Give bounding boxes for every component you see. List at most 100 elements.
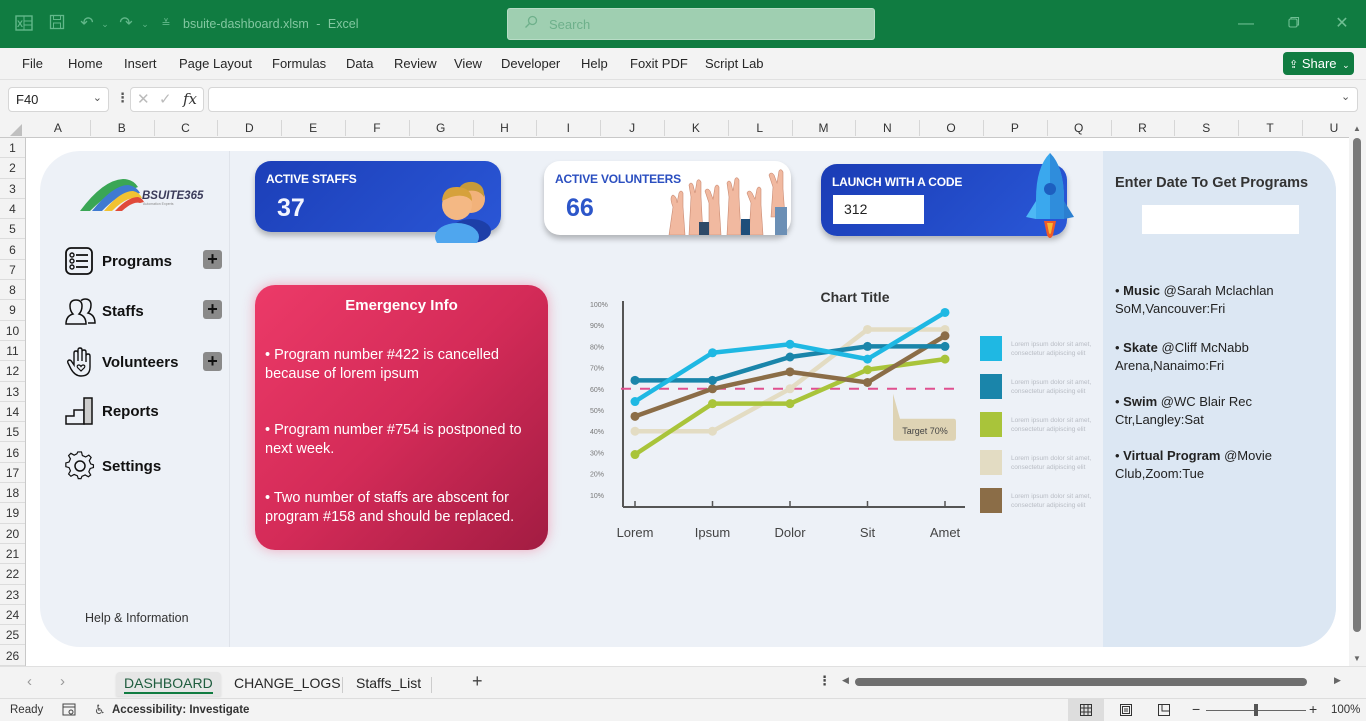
redo-dropdown-icon[interactable]: ⌄: [135, 14, 155, 34]
column-header[interactable]: O: [919, 121, 983, 135]
restore-button[interactable]: [1284, 14, 1304, 34]
column-header[interactable]: S: [1174, 121, 1238, 135]
zoom-out-button[interactable]: −: [1192, 701, 1200, 717]
column-header[interactable]: R: [1111, 121, 1175, 135]
tab-home[interactable]: Home: [68, 56, 103, 71]
sidebar-item-programs[interactable]: Programs: [64, 246, 172, 276]
row-header[interactable]: 9: [0, 300, 25, 321]
zoom-in-button[interactable]: +: [1309, 701, 1317, 717]
page-break-view-icon[interactable]: [1158, 704, 1170, 716]
sheet-tab-dashboard[interactable]: DASHBOARD: [116, 672, 221, 696]
search-box[interactable]: Search: [507, 8, 875, 40]
zoom-level[interactable]: 100%: [1331, 704, 1360, 716]
tab-data[interactable]: Data: [346, 56, 373, 71]
select-all-icon[interactable]: [10, 124, 22, 136]
sheet-tab-change-logs[interactable]: CHANGE_LOGS: [226, 672, 349, 696]
row-header[interactable]: 2: [0, 158, 25, 179]
sidebar-item-settings[interactable]: Settings: [64, 451, 161, 481]
row-header[interactable]: 26: [0, 646, 25, 666]
vertical-scrollbar[interactable]: ▲ ▼: [1349, 118, 1366, 666]
row-header[interactable]: 15: [0, 422, 25, 443]
share-button[interactable]: ⇪ Share ⌄: [1283, 52, 1354, 75]
row-header[interactable]: 23: [0, 585, 25, 605]
row-header[interactable]: 21: [0, 544, 25, 565]
column-header[interactable]: K: [664, 121, 728, 135]
save-icon[interactable]: [47, 14, 67, 34]
tab-help[interactable]: Help: [581, 56, 608, 71]
tab-developer[interactable]: Developer: [501, 56, 560, 71]
row-header[interactable]: 25: [0, 625, 25, 646]
launch-code-input[interactable]: 312: [833, 195, 924, 224]
tab-script-lab[interactable]: Script Lab: [705, 56, 764, 71]
formula-input[interactable]: [208, 87, 1358, 112]
expand-formula-bar-icon[interactable]: ⌄: [1341, 90, 1350, 103]
accessibility-status[interactable]: Accessibility: Investigate: [112, 704, 249, 716]
cancel-icon[interactable]: ✕: [137, 90, 150, 108]
row-header[interactable]: 14: [0, 402, 25, 423]
row-header[interactable]: 24: [0, 605, 25, 626]
undo-icon[interactable]: ↶: [77, 14, 97, 34]
tab-file[interactable]: File: [22, 56, 43, 71]
row-header[interactable]: 5: [0, 219, 25, 240]
page-layout-view-icon[interactable]: [1120, 704, 1132, 716]
minimize-button[interactable]: —: [1236, 14, 1256, 34]
column-header[interactable]: M: [792, 121, 856, 135]
row-header[interactable]: 19: [0, 503, 25, 524]
name-box[interactable]: F40 ⌄: [8, 87, 109, 112]
sidebar-item-staffs[interactable]: Staffs: [64, 296, 144, 326]
date-input[interactable]: [1142, 205, 1299, 234]
column-header[interactable]: Q: [1047, 121, 1111, 135]
column-header[interactable]: D: [217, 121, 281, 135]
row-header[interactable]: 3: [0, 179, 25, 199]
row-header[interactable]: 10: [0, 321, 25, 341]
column-header[interactable]: A: [26, 121, 90, 135]
add-staff-button[interactable]: +: [203, 300, 222, 319]
row-header[interactable]: 17: [0, 463, 25, 484]
column-header[interactable]: J: [600, 121, 664, 135]
sheet-tab-staffs-list[interactable]: Staffs_List: [348, 672, 429, 696]
column-header[interactable]: C: [154, 121, 218, 135]
chevron-down-icon[interactable]: ⌄: [93, 91, 102, 104]
tab-foxit-pdf[interactable]: Foxit PDF: [630, 56, 688, 71]
scroll-right-icon[interactable]: ▶: [1334, 675, 1341, 686]
row-header[interactable]: 1: [0, 138, 25, 159]
tab-review[interactable]: Review: [394, 56, 437, 71]
column-header[interactable]: L: [728, 121, 792, 135]
column-header[interactable]: H: [473, 121, 537, 135]
row-header[interactable]: 13: [0, 382, 25, 402]
column-header[interactable]: B: [90, 121, 154, 135]
macro-recording-icon[interactable]: [62, 703, 76, 717]
enter-icon[interactable]: ✓: [159, 90, 172, 108]
next-sheet-icon[interactable]: ›: [60, 673, 65, 690]
column-header[interactable]: F: [345, 121, 409, 135]
prev-sheet-icon[interactable]: ‹: [27, 673, 32, 690]
normal-view-button[interactable]: [1068, 699, 1104, 721]
row-header[interactable]: 6: [0, 240, 25, 260]
more-options-icon[interactable]: ⋮: [116, 90, 129, 106]
sidebar-item-reports[interactable]: Reports: [64, 396, 159, 426]
tab-split-handle[interactable]: ⋮: [818, 673, 831, 689]
row-header[interactable]: 16: [0, 443, 25, 463]
column-header[interactable]: N: [855, 121, 919, 135]
scroll-down-icon[interactable]: ▼: [1353, 654, 1361, 663]
row-header[interactable]: 20: [0, 524, 25, 544]
row-header[interactable]: 12: [0, 361, 25, 382]
row-header[interactable]: 8: [0, 280, 25, 301]
column-header[interactable]: E: [281, 121, 345, 135]
redo-icon[interactable]: ↷: [116, 14, 136, 34]
row-header[interactable]: 18: [0, 483, 25, 504]
add-program-button[interactable]: +: [203, 250, 222, 269]
zoom-slider-thumb[interactable]: [1254, 704, 1258, 716]
insert-function-button[interactable]: fx: [183, 90, 197, 108]
row-header[interactable]: 4: [0, 199, 25, 220]
add-sheet-button[interactable]: +: [472, 671, 483, 692]
column-header[interactable]: P: [983, 121, 1047, 135]
sidebar-item-volunteers[interactable]: Volunteers: [64, 347, 178, 377]
close-button[interactable]: ✕: [1332, 14, 1352, 34]
tab-insert[interactable]: Insert: [124, 56, 157, 71]
row-header[interactable]: 11: [0, 341, 25, 362]
tab-page-layout[interactable]: Page Layout: [179, 56, 252, 71]
vertical-scroll-thumb[interactable]: [1353, 138, 1361, 632]
customize-quick-access-icon[interactable]: ≚: [156, 14, 176, 34]
row-header[interactable]: 22: [0, 564, 25, 585]
